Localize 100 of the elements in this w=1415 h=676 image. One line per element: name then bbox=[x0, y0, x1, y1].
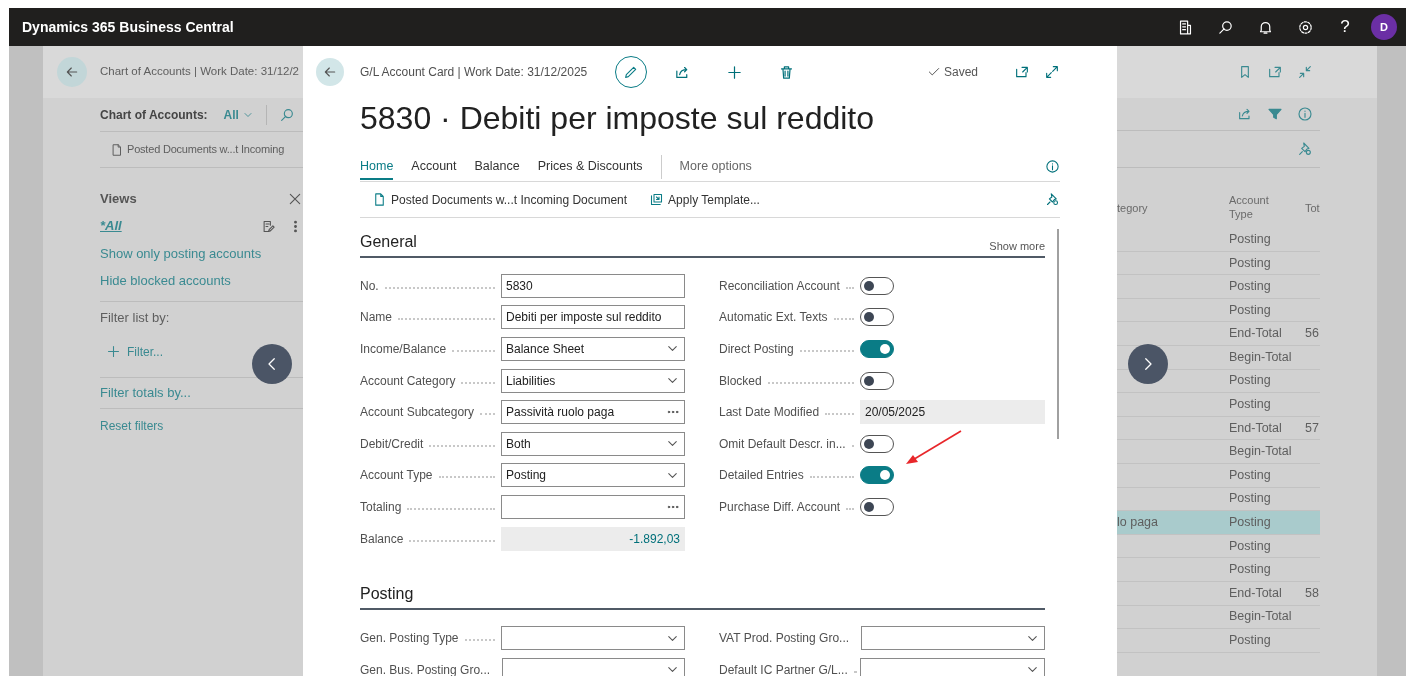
action-button[interactable]: Apply Template... bbox=[649, 190, 760, 209]
add-filter-link[interactable]: Filter... bbox=[106, 342, 163, 361]
collapse-icon[interactable] bbox=[1297, 64, 1313, 80]
table-row[interactable]: Posting bbox=[1117, 251, 1320, 276]
filter-heading: Filter list by: bbox=[100, 309, 170, 328]
share-icon[interactable] bbox=[1237, 106, 1253, 122]
pin-icon[interactable] bbox=[1045, 192, 1060, 207]
table-row[interactable]: End-Total 57 bbox=[1117, 416, 1320, 441]
info-icon[interactable] bbox=[1297, 106, 1313, 122]
dropdown-field[interactable] bbox=[861, 626, 1045, 651]
tab[interactable]: Prices & Discounts bbox=[537, 153, 643, 180]
field-label: Account Category bbox=[360, 372, 456, 390]
delete-icon[interactable] bbox=[778, 63, 795, 81]
plus-icon[interactable] bbox=[726, 63, 743, 81]
view-link[interactable]: Show only posting accounts bbox=[100, 243, 262, 264]
table-row[interactable]: End-Total 56 bbox=[1117, 322, 1320, 346]
next-button[interactable] bbox=[1128, 344, 1168, 384]
table-cell: 56 bbox=[1305, 326, 1319, 341]
table-row[interactable]: Posting bbox=[1117, 298, 1320, 323]
reset-filters-link[interactable]: Reset filters bbox=[100, 417, 164, 435]
back-arrow-icon bbox=[64, 64, 80, 80]
table-row[interactable]: Begin-Total bbox=[1117, 440, 1320, 464]
edit-button[interactable] bbox=[615, 56, 647, 88]
toggle-switch[interactable] bbox=[860, 434, 894, 453]
section-title: General bbox=[360, 232, 417, 252]
table-row[interactable]: Posting bbox=[1117, 228, 1320, 252]
view-dropdown[interactable]: All bbox=[223, 105, 254, 124]
help-button[interactable]: ? bbox=[1325, 14, 1365, 40]
previous-button[interactable] bbox=[252, 344, 292, 384]
pin-icon[interactable] bbox=[1297, 141, 1313, 157]
table-cell: Begin-Total bbox=[1229, 349, 1292, 364]
dropdown-field[interactable]: Balance Sheet bbox=[501, 337, 685, 361]
action-link[interactable]: Posted Documents w...t Incoming bbox=[110, 141, 285, 158]
expand-icon[interactable] bbox=[1044, 64, 1061, 80]
user-avatar[interactable]: D bbox=[1371, 14, 1397, 40]
app-title: Dynamics 365 Business Central bbox=[22, 17, 234, 37]
dropdown-field[interactable]: Posting bbox=[501, 463, 685, 488]
field-label: Direct Posting bbox=[719, 341, 794, 358]
table-row[interactable]: Posting bbox=[1117, 463, 1320, 488]
table-cell: Posting bbox=[1229, 302, 1271, 317]
field-label: Debit/Credit bbox=[360, 435, 424, 453]
table-row[interactable]: End-Total 58 bbox=[1117, 581, 1320, 606]
field-label: Omit Default Descr. in... bbox=[719, 435, 846, 453]
record-title: 5830 · Debiti per imposte sul reddito bbox=[359, 99, 876, 138]
toggle-switch[interactable] bbox=[860, 276, 894, 295]
amount-value[interactable]: -1.892,03 bbox=[501, 526, 685, 551]
dropdown-field[interactable] bbox=[860, 657, 1045, 676]
table-row[interactable]: Posting bbox=[1117, 629, 1320, 653]
field-label: Last Date Modified bbox=[719, 404, 820, 422]
more-options-tab[interactable]: More options bbox=[679, 153, 752, 180]
text-field[interactable]: 5830 bbox=[501, 273, 685, 298]
scroll-bar[interactable] bbox=[1057, 229, 1059, 439]
table-row[interactable]: Posting bbox=[1117, 558, 1320, 582]
field-label: Totaling bbox=[360, 498, 402, 516]
info-icon[interactable] bbox=[1045, 159, 1060, 174]
toggle-switch[interactable] bbox=[860, 340, 894, 358]
table-cell: Begin-Total bbox=[1229, 609, 1292, 624]
dropdown-field[interactable]: Both bbox=[501, 431, 685, 456]
search-icon[interactable] bbox=[1216, 18, 1234, 36]
lookup-field[interactable]: Passività ruolo paga bbox=[501, 400, 685, 425]
table-row[interactable]: Posting bbox=[1117, 393, 1320, 417]
action-button[interactable]: Posted Documents w...t Incoming Document bbox=[372, 190, 628, 209]
settings-icon[interactable] bbox=[1296, 18, 1314, 36]
field-label: Income/Balance bbox=[360, 341, 447, 358]
open-new-window-icon[interactable] bbox=[1267, 64, 1283, 80]
close-icon[interactable] bbox=[287, 191, 303, 207]
dropdown-field[interactable]: Liabilities bbox=[501, 368, 685, 393]
filter-icon[interactable] bbox=[1267, 106, 1283, 122]
tab[interactable]: Balance bbox=[474, 153, 520, 180]
back-button[interactable] bbox=[316, 58, 344, 86]
toggle-switch[interactable] bbox=[860, 466, 894, 485]
dropdown-field[interactable] bbox=[502, 657, 685, 676]
view-link[interactable]: *All bbox=[100, 216, 122, 236]
toggle-switch[interactable] bbox=[860, 497, 894, 516]
plus-icon bbox=[106, 344, 121, 359]
edit-view-icon[interactable] bbox=[261, 218, 276, 234]
tab[interactable]: Account bbox=[411, 153, 457, 180]
lookup-field[interactable] bbox=[501, 494, 685, 519]
table-row[interactable]: Posting bbox=[1117, 275, 1320, 299]
filter-totals-link[interactable]: Filter totals by... bbox=[100, 383, 191, 403]
tab[interactable]: Home bbox=[360, 153, 394, 180]
table-row[interactable]: Begin-Total bbox=[1117, 605, 1320, 630]
view-link[interactable]: Hide blocked accounts bbox=[100, 270, 231, 291]
open-new-window-icon[interactable] bbox=[1014, 64, 1031, 80]
field-label: Blocked bbox=[719, 372, 762, 390]
table-row[interactable]: Posting bbox=[1117, 534, 1320, 559]
table-cell: Posting bbox=[1229, 633, 1271, 647]
column-header[interactable]: tegory bbox=[1117, 199, 1148, 217]
toggle-switch[interactable] bbox=[860, 308, 894, 327]
column-header[interactable]: Account Type bbox=[1229, 193, 1277, 222]
toggle-switch[interactable] bbox=[860, 371, 894, 390]
show-more-link[interactable]: Show more bbox=[989, 237, 1045, 254]
text-field[interactable]: Debiti per imposte sul reddito bbox=[501, 305, 685, 330]
table-cell: Posting bbox=[1229, 397, 1271, 412]
table-cell: Posting bbox=[1229, 562, 1271, 577]
column-header[interactable]: Tot bbox=[1305, 199, 1320, 217]
annotation-arrow bbox=[906, 430, 962, 464]
table-row[interactable]: lo paga Posting bbox=[1117, 511, 1320, 535]
views-heading: Views bbox=[100, 190, 137, 209]
dropdown-field[interactable] bbox=[501, 626, 685, 651]
